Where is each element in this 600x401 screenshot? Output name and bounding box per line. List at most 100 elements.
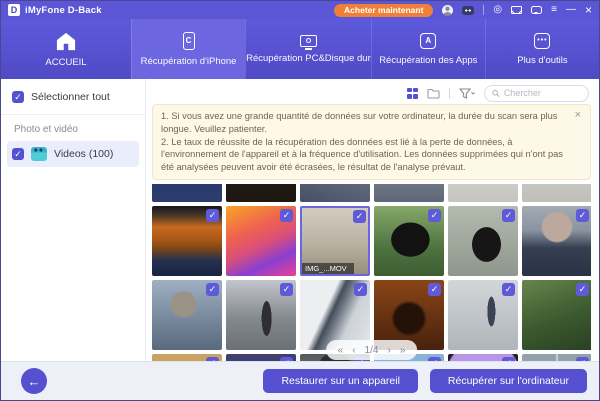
app-window: D iMyFone D-Back Acheter maintenant ◎ ≡ …	[0, 0, 600, 401]
folder-view-icon[interactable]	[427, 88, 440, 99]
thumbnail[interactable]: ✓	[152, 280, 222, 350]
thumbnail-checkbox[interactable]: ✓	[576, 209, 589, 222]
sidebar: ✓ Sélectionner tout Photo et vidéo ✓ Vid…	[1, 79, 146, 361]
content-area: 1. Si vous avez une grande quantité de d…	[146, 79, 599, 361]
sidebar-divider	[1, 114, 145, 115]
notice-banner: 1. Si vous avez une grande quantité de d…	[152, 104, 591, 180]
thumbnail-grid: ✓✓✓IMG_...MOV✓✓✓✓✓✓✓✓✓✓✓✓✓✓✓	[152, 184, 591, 361]
thumbnail-checkbox[interactable]: ✓	[428, 209, 441, 222]
home-icon	[55, 31, 77, 51]
pagination-page-indicator: 1/4	[365, 345, 379, 356]
tab-label: ACCUEIL	[45, 57, 86, 68]
thumbnail-checkbox[interactable]: ✓	[428, 283, 441, 296]
thumbnail[interactable]: ✓	[448, 206, 518, 276]
grid-view-icon[interactable]	[407, 88, 418, 99]
thumbnail-checkbox[interactable]: ✓	[502, 209, 515, 222]
phone-recovery-icon: C	[183, 32, 195, 50]
thumbnail-checkbox[interactable]: ✓	[502, 283, 515, 296]
thumbnail-selected[interactable]: ✓ IMG_...MOV	[300, 206, 370, 276]
thumbnail[interactable]	[226, 184, 296, 202]
thumbnail[interactable]	[448, 184, 518, 202]
thumbnail-checkbox[interactable]: ✓	[206, 209, 219, 222]
search-input[interactable]	[504, 88, 581, 98]
tab-recuperation-iphone[interactable]: C Récupération d'iPhone	[131, 19, 245, 79]
thumbnail[interactable]	[522, 184, 591, 202]
main-navigation: ACCUEIL C Récupération d'iPhone Récupéra…	[1, 19, 599, 79]
thumbnail-checkbox[interactable]: ✓	[280, 209, 293, 222]
mail-icon[interactable]	[511, 6, 522, 14]
thumbnail[interactable]: ✓	[448, 354, 518, 361]
sidebar-item-videos[interactable]: ✓ Videos (100)	[7, 141, 139, 167]
notice-close-icon[interactable]: ×	[575, 109, 581, 121]
apps-recovery-icon: A	[420, 33, 436, 49]
videos-label: Videos (100)	[54, 148, 113, 160]
pagination-first-button[interactable]: «	[338, 345, 344, 356]
thumbnail[interactable]	[300, 184, 370, 202]
thumbnail[interactable]: ✓	[226, 354, 296, 361]
pagination-next-button[interactable]: ›	[387, 345, 390, 356]
thumbnail[interactable]: ✓	[522, 206, 591, 276]
filter-icon[interactable]	[459, 88, 475, 99]
search-icon	[492, 89, 500, 98]
chat-icon[interactable]	[531, 6, 542, 14]
buy-now-button[interactable]: Acheter maintenant	[334, 4, 433, 17]
thumbnail-checkbox[interactable]: ✓	[353, 210, 366, 223]
menu-icon[interactable]: ≡	[551, 5, 557, 15]
thumbnail[interactable]: ✓	[152, 354, 222, 361]
select-all-checkbox[interactable]: ✓	[12, 91, 24, 103]
pc-recovery-icon	[300, 35, 317, 47]
tab-accueil[interactable]: ACCUEIL	[1, 19, 131, 79]
app-title: iMyFone D-Back	[25, 5, 102, 16]
app-logo: D	[8, 4, 20, 16]
minimize-button[interactable]: —	[566, 5, 576, 15]
thumbnail[interactable]	[374, 184, 444, 202]
back-button[interactable]: ←	[21, 368, 47, 394]
videos-checkbox[interactable]: ✓	[12, 148, 24, 160]
toolbar-separator	[449, 88, 450, 99]
video-icon	[31, 147, 47, 161]
pagination-prev-button[interactable]: ‹	[352, 345, 355, 356]
thumbnail[interactable]: ✓	[226, 280, 296, 350]
thumbnail-checkbox[interactable]: ✓	[354, 283, 367, 296]
thumbnail[interactable]: ✓	[522, 280, 591, 350]
pagination-last-button[interactable]: »	[400, 345, 406, 356]
close-button[interactable]: ×	[585, 4, 592, 16]
select-all-label: Sélectionner tout	[31, 91, 110, 103]
tab-label: Récupération d'iPhone	[141, 56, 237, 67]
view-toolbar	[146, 79, 599, 101]
select-all-row[interactable]: ✓ Sélectionner tout	[1, 87, 145, 107]
tab-label: Plus d'outils	[517, 55, 567, 66]
account-avatar-icon[interactable]	[442, 5, 453, 16]
tab-recuperation-apps[interactable]: A Récupération des Apps	[371, 19, 485, 79]
thumbnail-checkbox[interactable]: ✓	[502, 357, 515, 361]
thumbnail-checkbox[interactable]: ✓	[206, 357, 219, 361]
thumbnail[interactable]: ✓	[448, 280, 518, 350]
thumbnail-checkbox[interactable]: ✓	[280, 283, 293, 296]
notice-line-1: 1. Si vous avez une grande quantité de d…	[161, 110, 566, 136]
pagination: « ‹ 1/4 › »	[326, 340, 418, 360]
tab-recuperation-pc[interactable]: Récupération PC&Disque dur	[245, 19, 371, 79]
recover-to-computer-button[interactable]: Récupérer sur l'ordinateur	[430, 369, 587, 393]
thumbnail-grid-viewport: ✓✓✓IMG_...MOV✓✓✓✓✓✓✓✓✓✓✓✓✓✓✓ « ‹ 1/4 › »	[152, 184, 591, 361]
community-icon[interactable]	[462, 6, 474, 15]
titlebar-separator	[483, 5, 484, 15]
thumbnail[interactable]: ✓	[152, 206, 222, 276]
thumbnail-checkbox[interactable]: ✓	[576, 357, 589, 361]
tab-label: Récupération PC&Disque dur	[246, 53, 371, 64]
thumbnail[interactable]: ✓	[522, 354, 591, 361]
search-box[interactable]	[484, 85, 589, 102]
thumbnail-checkbox[interactable]: ✓	[428, 357, 441, 361]
thumbnail-checkbox[interactable]: ✓	[576, 283, 589, 296]
tab-plus-outils[interactable]: ••• Plus d'outils	[485, 19, 599, 79]
thumbnail[interactable]	[152, 184, 222, 202]
thumbnail[interactable]: ✓	[374, 206, 444, 276]
footer-bar: ← Restaurer sur un appareil Récupérer su…	[1, 361, 599, 400]
thumbnail-filename: IMG_...MOV	[302, 263, 354, 274]
thumbnail-checkbox[interactable]: ✓	[280, 357, 293, 361]
more-tools-icon: •••	[534, 33, 550, 49]
thumbnail[interactable]: ✓	[226, 206, 296, 276]
thumbnail-checkbox[interactable]: ✓	[206, 283, 219, 296]
restore-to-device-button[interactable]: Restaurer sur un appareil	[263, 369, 417, 393]
tab-label: Récupération des Apps	[379, 55, 477, 66]
support-target-icon[interactable]: ◎	[493, 5, 502, 15]
